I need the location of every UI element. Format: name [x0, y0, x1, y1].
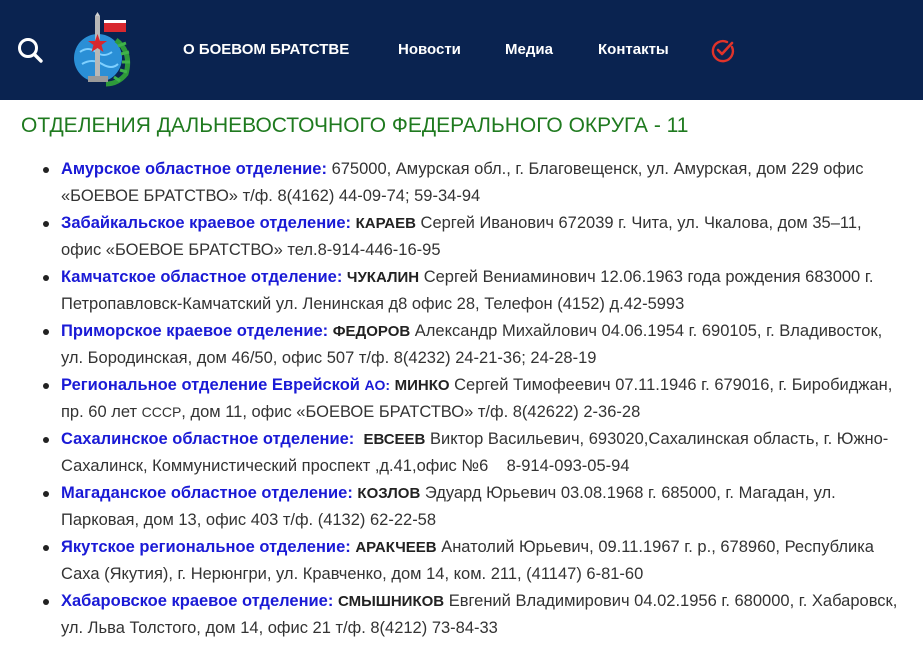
bullet-icon	[43, 221, 49, 227]
departments-list: Амурское областное отделение: 675000, Ам…	[0, 156, 905, 642]
list-item-jewish-ao: Региональное отделение Еврейской АО: МИН…	[43, 372, 905, 426]
bullet-icon	[43, 329, 49, 335]
list-item-magadan: Магаданское областное отделение: КОЗЛОВ …	[43, 480, 905, 534]
bullet-icon	[43, 167, 49, 173]
nav-contacts[interactable]: Контакты	[598, 41, 669, 58]
department-name: Приморское краевое отделение:	[61, 322, 329, 340]
bullet-icon	[43, 545, 49, 551]
nav-news[interactable]: Новости	[398, 41, 461, 58]
department-name: Камчатское областное отделение:	[61, 268, 343, 286]
bullet-icon	[43, 437, 49, 443]
department-name: Хабаровское краевое отделение:	[61, 592, 334, 610]
main-menu: О БОЕВОМ БРАТСТВЕ Новости Медиа Контакты	[0, 0, 923, 100]
department-name-suffix: АО:	[364, 377, 390, 393]
nav-about[interactable]: О БОЕВОМ БРАТСТВЕ	[183, 41, 349, 58]
department-head: КАРАЕВ	[355, 215, 416, 232]
list-item-sakhalin: Сахалинское областное отделение: ЕВСЕЕВ …	[43, 426, 905, 480]
top-navigation-bar: О БОЕВОМ БРАТСТВЕ Новости Медиа Контакты	[0, 0, 923, 100]
bullet-icon	[43, 383, 49, 389]
bullet-icon	[43, 599, 49, 605]
department-head: КОЗЛОВ	[357, 485, 421, 502]
department-name: Якутское региональное отделение:	[61, 538, 351, 556]
department-head: ФЕДОРОВ	[332, 323, 411, 340]
department-name: Сахалинское областное отделение:	[61, 430, 355, 448]
department-name: Забайкальское краевое отделение:	[61, 214, 351, 232]
bullet-icon	[43, 275, 49, 281]
nav-media[interactable]: Медиа	[505, 41, 553, 58]
department-head: СМЫШНИКОВ	[337, 593, 445, 610]
department-details-abbr: СССР	[141, 404, 182, 420]
list-item-zabaykalsky: Забайкальское краевое отделение: КАРАЕВ …	[43, 210, 905, 264]
page-heading: ОТДЕЛЕНИЯ ДАЛЬНЕВОСТОЧНОГО ФЕДЕРАЛЬНОГО …	[21, 114, 689, 137]
list-item-yakutia: Якутское региональное отделение: АРАКЧЕЕ…	[43, 534, 905, 588]
list-item-khabarovsk: Хабаровское краевое отделение: СМЫШНИКОВ…	[43, 588, 905, 642]
check-button[interactable]	[710, 38, 736, 64]
department-name: Магаданское областное отделение:	[61, 484, 353, 502]
list-item-amur: Амурское областное отделение: 675000, Ам…	[43, 156, 905, 210]
list-item-kamchatka: Камчатское областное отделение: ЧУКАЛИН …	[43, 264, 905, 318]
department-head: АРАКЧЕЕВ	[355, 539, 437, 556]
department-details: , дом 11, офис «БОЕВОЕ БРАТСТВО» т/ф. 8(…	[181, 403, 641, 421]
department-name: Амурское областное отделение:	[61, 160, 327, 178]
list-item-primorsky: Приморское краевое отделение: ФЕДОРОВ Ал…	[43, 318, 905, 372]
department-name: Региональное отделение Еврейской	[61, 376, 360, 394]
bullet-icon	[43, 491, 49, 497]
department-head: МИНКО	[394, 377, 450, 394]
check-circle-icon	[711, 39, 735, 63]
department-head: ЧУКАЛИН	[346, 269, 420, 286]
department-head: ЕВСЕЕВ	[363, 431, 426, 448]
